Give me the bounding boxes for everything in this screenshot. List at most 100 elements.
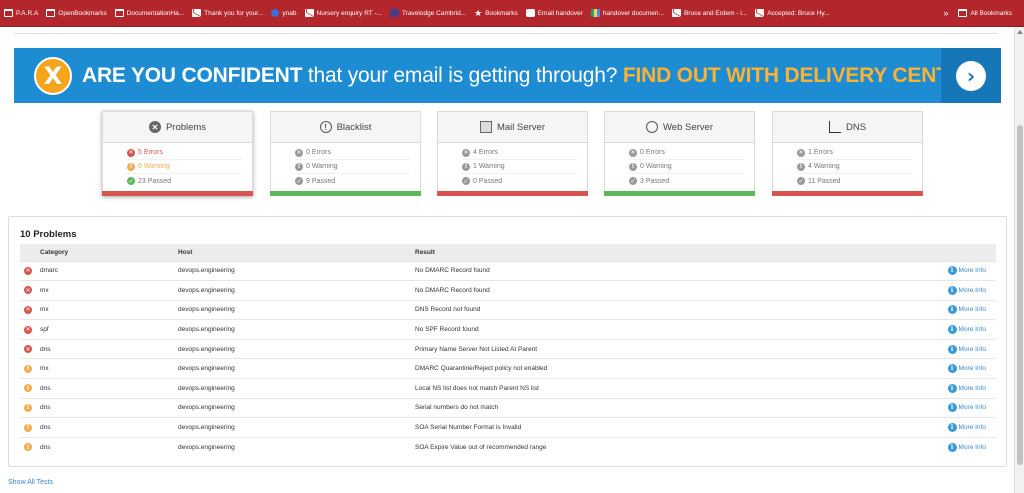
more-info-link[interactable]: i More Info [947,442,986,452]
summary-card-web-server[interactable]: Web Server ✕ 0 Errors! 0 Warning ✓ 3 Passed [604,111,755,196]
card-stats: ✕ 1 Errors! 4 Warning ✓ 11 Passed [773,143,922,188]
card-status-bar [772,191,923,196]
delivery-center-banner[interactable]: X ARE YOU CONFIDENT that your email is g… [14,48,1001,103]
bookmark-label: P.A.R.A [16,9,39,17]
bookmark-item[interactable]: ★ Bookmarks [474,5,518,21]
folder-icon [46,9,56,17]
summary-card-blacklist[interactable]: ! Blacklist ✕ 0 Errors! 0 Warning ✓ 9 Passed [270,111,421,196]
banner-arrow-button[interactable]: › [941,48,1001,103]
bookmarks-overflow-button[interactable]: » [943,8,948,18]
passed-count-label: 9 Passed [306,177,336,185]
table-header-row: Category Host Result [20,244,996,261]
drive-icon [590,9,600,17]
bookmark-label: Bookmarks [485,9,518,17]
info-icon: i [947,364,957,374]
bookmark-item[interactable]: Bruce and Erdem - i... [671,5,747,21]
host-cell: devops.engineering [178,436,415,457]
column-header-category: Category [40,244,178,261]
show-all-tests-link[interactable]: Show All Tests [8,479,53,486]
host-cell: devops.engineering [178,397,415,418]
gmail-icon [671,9,681,17]
travelodge-icon [390,9,400,17]
more-info-link[interactable]: i More Info [947,364,986,374]
error-count: ✕ 0 Errors [629,146,744,160]
more-info-link[interactable]: i More Info [947,403,986,413]
scrollbar-thumb[interactable] [1017,125,1023,465]
error-icon: ✕ [24,305,32,314]
warning-icon: ! [24,403,32,412]
gmail-icon [304,9,314,17]
bookmark-item[interactable]: Email handover [525,5,583,21]
passed-count: ✓ 9 Passed [295,174,410,188]
summary-card-mail-server[interactable]: Mail Server ✕ 4 Errors! 1 Warning ✓ 0 Passed [437,111,588,196]
folder-icon [958,9,968,17]
summary-card-problems[interactable]: ✕ Problems ✕ 5 Errors! 6 Warning ✓ 23 Passed [102,111,253,196]
bookmark-item[interactable]: handover documen... [590,5,664,21]
error-icon: ✕ [24,325,32,334]
chart-icon [828,121,841,133]
more-info-link[interactable]: i More Info [947,266,986,276]
column-header-actions [935,244,996,261]
passed-count-label: 23 Passed [138,177,172,185]
page-scrollbar[interactable] [1014,27,1024,493]
card-status-bar [604,191,755,196]
globe-icon [646,121,658,133]
more-info-link[interactable]: i More Info [947,285,986,295]
bookmark-label: handover documen... [602,9,664,17]
summary-card-dns[interactable]: DNS ✕ 1 Errors! 4 Warning ✓ 11 Passed [772,111,923,196]
error-icon: ✕ [24,345,32,354]
actions-cell: i More Info [935,358,996,379]
result-cell: Primary Name Server Not Listed At Parent [415,338,935,359]
all-bookmarks-button[interactable]: All Bookmarks [958,5,1012,21]
more-info-link[interactable]: i More Info [947,325,986,335]
category-cell: dns [40,417,178,438]
error-count: ✕ 1 Errors [797,146,912,160]
more-info-label: More Info [958,404,986,412]
severity-cell: ! [20,436,40,457]
result-cell: No SPF Record found [415,319,935,340]
passed-count: ✓ 23 Passed [127,174,242,188]
info-icon: i [947,383,957,393]
card-header: DNS [773,112,922,143]
bookmark-label: Thank you for your... [204,9,264,17]
bookmark-item[interactable]: Thank you for your... [192,5,263,21]
check-icon: ✓ [295,177,303,185]
severity-column-header [20,244,40,261]
banner-text-regular: that your email is getting through? [302,63,623,87]
bookmark-item[interactable]: OpenBookmarks [46,5,107,21]
bookmark-item[interactable]: Nursery enquiry RT -... [304,5,382,21]
column-header-result: Result [415,244,935,261]
host-cell: devops.engineering [178,378,415,399]
check-icon: ✓ [127,177,135,185]
severity-cell: ! [20,378,40,399]
table-row: ✕ dns devops.engineering Primary Name Serve… [20,338,996,359]
host-cell: devops.engineering [178,338,415,359]
bookmark-item[interactable]: ynab [271,5,297,21]
bookmark-item[interactable]: Accepted: Bruce Hy... [755,5,830,21]
scroll-up-arrow-icon[interactable] [1017,30,1023,34]
more-info-label: More Info [958,384,986,392]
more-info-link[interactable]: i More Info [947,423,986,433]
severity-cell: ✕ [20,338,40,359]
table-row: ! dns devops.engineering SOA Serial Number … [20,417,996,438]
bookmark-item[interactable]: DocumentationHa... [114,5,184,21]
check-icon: ✓ [629,177,637,185]
error-count-label: 4 Errors [473,149,498,156]
bookmark-item[interactable]: P.A.R.A [4,5,38,21]
category-cell: mx [40,280,178,301]
result-cell: DNS Record not found [415,299,935,320]
category-cell: dns [40,378,178,399]
actions-cell: i More Info [935,280,996,301]
more-info-link[interactable]: i More Info [947,383,986,393]
severity-cell: ✕ [20,299,40,320]
error-circle-icon: ✕ [148,121,161,133]
divider [14,33,998,34]
more-info-link[interactable]: i More Info [947,344,986,354]
passed-count-label: 0 Passed [473,177,503,185]
more-info-link[interactable]: i More Info [947,305,986,315]
globe-icon [271,9,280,17]
bookmark-item[interactable]: Travelodge Cambrid... [390,5,466,21]
warning-icon: ! [24,423,32,432]
error-count: ✕ 0 Errors [295,146,410,160]
warning-count-label: 0 Warning [306,163,338,170]
